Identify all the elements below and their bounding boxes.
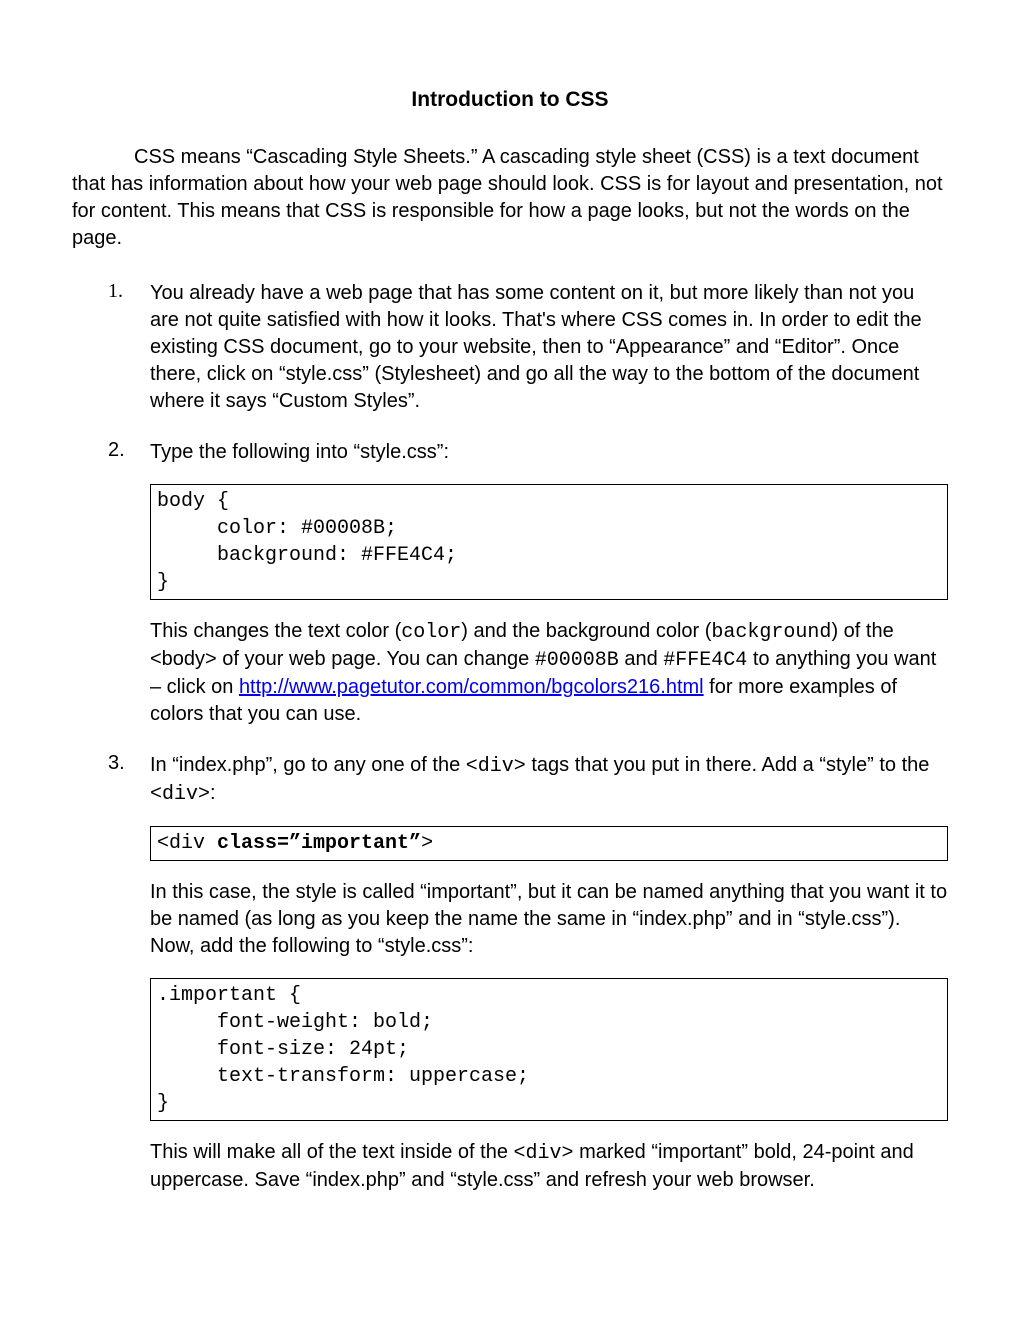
code-block-body: body { color: #00008B; background: #FFE4… bbox=[150, 484, 948, 600]
page-title: Introduction to CSS bbox=[72, 88, 948, 112]
txt: This will make all of the text inside of… bbox=[150, 1141, 514, 1163]
list-item-2: 2. Type the following into “style.css”: … bbox=[108, 439, 948, 728]
code-inline-color: color bbox=[401, 621, 461, 644]
code-txt: <div bbox=[157, 832, 217, 855]
item-3-paragraph-a: In this case, the style is called “impor… bbox=[150, 879, 948, 960]
code-block-important: .important { font-weight: bold; font-siz… bbox=[150, 978, 948, 1121]
code-inline-hex: #FFE4C4 bbox=[663, 649, 747, 672]
code-txt: > bbox=[421, 832, 433, 855]
item-2-text: Type the following into “style.css”: bbox=[150, 439, 948, 466]
item-3-paragraph-b: This will make all of the text inside of… bbox=[150, 1139, 948, 1194]
item-3-text: In “index.php”, go to any one of the <di… bbox=[150, 752, 948, 808]
pagetutor-link[interactable]: http://www.pagetutor.com/common/bgcolors… bbox=[239, 676, 704, 698]
code-inline-background: background bbox=[711, 621, 831, 644]
txt: : bbox=[210, 782, 216, 804]
intro-text: CSS means “Cascading Style Sheets.” A ca… bbox=[72, 146, 943, 249]
ordered-list: 1. You already have a web page that has … bbox=[108, 280, 948, 1194]
txt: This changes the text color ( bbox=[150, 620, 401, 642]
item-1-text: You already have a web page that has som… bbox=[150, 280, 948, 415]
code-inline-div: <div> bbox=[150, 783, 210, 806]
list-item-1: 1. You already have a web page that has … bbox=[108, 280, 948, 415]
txt: tags that you put in there. Add a “style… bbox=[526, 754, 930, 776]
code-block-div: <div class=”important”> bbox=[150, 826, 948, 861]
code-inline-div: <div> bbox=[514, 1142, 574, 1165]
item-number: 3. bbox=[108, 752, 125, 775]
item-number: 2. bbox=[108, 439, 125, 462]
item-number: 1. bbox=[108, 280, 123, 303]
txt: and bbox=[619, 648, 663, 670]
item-2-paragraph: This changes the text color (color) and … bbox=[150, 618, 948, 728]
txt: In “index.php”, go to any one of the bbox=[150, 754, 466, 776]
list-item-3: 3. In “index.php”, go to any one of the … bbox=[108, 752, 948, 1194]
code-inline-hex: #00008B bbox=[535, 649, 619, 672]
code-inline-div: <div> bbox=[466, 755, 526, 778]
intro-paragraph: CSS means “Cascading Style Sheets.” A ca… bbox=[72, 144, 948, 252]
txt: ) and the background color ( bbox=[461, 620, 711, 642]
code-bold: class=”important” bbox=[217, 832, 421, 855]
